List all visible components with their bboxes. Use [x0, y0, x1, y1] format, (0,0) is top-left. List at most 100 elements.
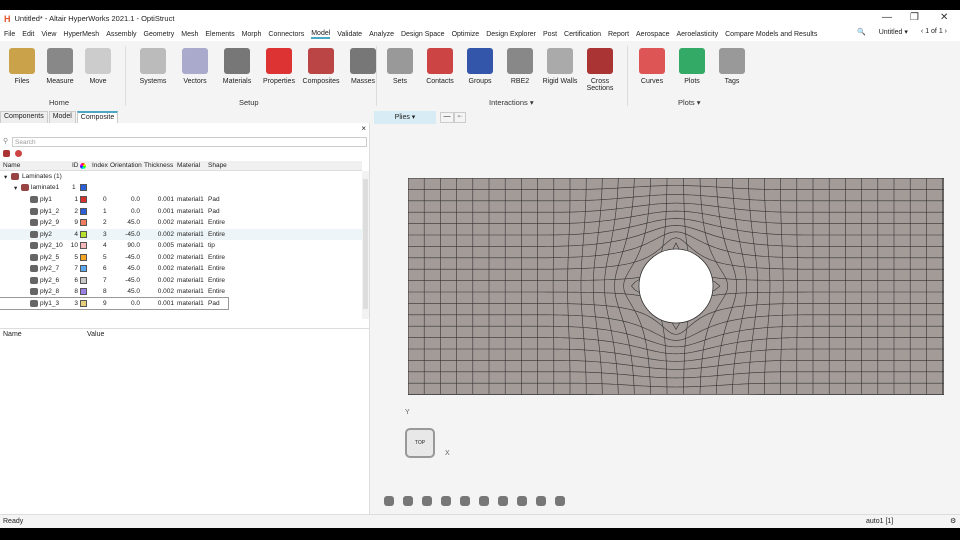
- ply-row[interactable]: ply2_10 10 4 90.0 0.005 material1 tip: [0, 240, 362, 251]
- ribbon-cross-sections-button[interactable]: Cross Sections: [580, 43, 620, 92]
- tab-composite[interactable]: Composite: [76, 111, 119, 123]
- column-index[interactable]: Index: [92, 162, 108, 169]
- fit-icon[interactable]: [441, 496, 451, 506]
- tab-components[interactable]: Components: [0, 111, 48, 123]
- menu-view[interactable]: View: [41, 31, 56, 38]
- ribbon-rigid-walls-button[interactable]: Rigid Walls: [540, 43, 580, 85]
- ply-color-icon[interactable]: [460, 496, 470, 506]
- menu-report[interactable]: Report: [608, 31, 629, 38]
- ply-row[interactable]: ply2_9 9 2 45.0 0.002 material1 Entire: [0, 217, 362, 228]
- session-dropdown[interactable]: Untitled ▾: [879, 28, 908, 36]
- menu-morph[interactable]: Morph: [242, 31, 262, 38]
- column-orientation[interactable]: Orientation: [110, 162, 142, 169]
- collapse-button[interactable]: —: [440, 112, 454, 123]
- minimize-button[interactable]: —: [882, 12, 892, 23]
- menu-design-explorer[interactable]: Design Explorer: [486, 31, 536, 38]
- menu-connectors[interactable]: Connectors: [268, 31, 304, 38]
- laminate-row[interactable]: ▾ laminate1 1: [0, 182, 362, 193]
- column-shape[interactable]: Shape: [208, 162, 227, 169]
- menu-aeroelasticity[interactable]: Aeroelasticity: [676, 31, 718, 38]
- plots-group-label[interactable]: Plots ▾: [678, 98, 701, 107]
- close-panel-icon[interactable]: ×: [361, 124, 366, 133]
- menu-file[interactable]: File: [4, 31, 15, 38]
- ply-row[interactable]: ply2_5 5 5 -45.0 0.002 material1 Entire: [0, 252, 362, 263]
- menu-analyze[interactable]: Analyze: [369, 31, 394, 38]
- clip-icon[interactable]: [536, 496, 546, 506]
- rotate-icon[interactable]: [384, 496, 394, 506]
- menu-compare-models-and-results[interactable]: Compare Models and Results: [725, 31, 817, 38]
- ribbon-measure-button[interactable]: Measure: [40, 43, 80, 85]
- menu-model[interactable]: Model: [311, 30, 331, 39]
- menu-certification[interactable]: Certification: [564, 31, 601, 38]
- ply-row[interactable]: ply1 1 0 0.0 0.001 material1 Pad: [0, 194, 362, 205]
- color-swatch[interactable]: [80, 253, 87, 261]
- menu-mesh[interactable]: Mesh: [181, 31, 198, 38]
- tab-model[interactable]: Model: [48, 111, 76, 123]
- restore-button[interactable]: ❐: [910, 12, 919, 23]
- color-swatch[interactable]: [80, 265, 87, 272]
- menu-elements[interactable]: Elements: [205, 31, 234, 38]
- ribbon-vectors-button[interactable]: Vectors: [175, 43, 215, 85]
- close-button[interactable]: ✕: [940, 12, 948, 23]
- ribbon-curves-button[interactable]: Curves: [632, 43, 672, 85]
- column-id[interactable]: ID: [72, 162, 79, 169]
- ribbon-properties-button[interactable]: Properties: [259, 43, 299, 85]
- color-swatch[interactable]: [80, 299, 87, 307]
- menu-post[interactable]: Post: [543, 31, 557, 38]
- ribbon-contacts-button[interactable]: Contacts: [420, 43, 460, 85]
- entity-selector-dropdown[interactable]: Plies ▾: [374, 111, 436, 124]
- find-icon[interactable]: [517, 496, 527, 506]
- color-swatch[interactable]: [80, 242, 87, 249]
- laminate-tool-icon[interactable]: [3, 150, 10, 157]
- color-swatch[interactable]: [80, 207, 87, 215]
- ply-shade-icon[interactable]: [479, 496, 489, 506]
- menu-assembly[interactable]: Assembly: [106, 31, 136, 38]
- lock-icon[interactable]: [555, 496, 565, 506]
- menu-hypermesh[interactable]: HyperMesh: [63, 31, 99, 38]
- setup-group-label[interactable]: Setup: [239, 98, 259, 107]
- color-swatch[interactable]: [80, 230, 87, 238]
- color-swatch[interactable]: [80, 288, 87, 295]
- ribbon-materials-button[interactable]: Materials: [217, 43, 257, 85]
- color-swatch[interactable]: [80, 276, 87, 284]
- ply-row[interactable]: ply2_7 7 6 45.0 0.002 material1 Entire: [0, 263, 362, 274]
- search-icon[interactable]: 🔍: [857, 28, 866, 36]
- ribbon-rbe2-button[interactable]: RBE2: [500, 43, 540, 85]
- ply-row[interactable]: ply1_3 3 9 0.0 0.001 material1 Pad: [0, 296, 229, 310]
- menu-design-space[interactable]: Design Space: [401, 31, 445, 38]
- ply-tool-icon[interactable]: [15, 150, 22, 157]
- ribbon-sets-button[interactable]: Sets: [380, 43, 420, 85]
- expand-icon[interactable]: ▾: [14, 184, 17, 192]
- ribbon-move-button[interactable]: Move: [78, 43, 118, 85]
- settings-icon[interactable]: ⚙: [950, 517, 956, 525]
- ribbon-files-button[interactable]: Files: [2, 43, 42, 85]
- menu-optimize[interactable]: Optimize: [452, 31, 480, 38]
- ribbon-plots-button[interactable]: Plots: [672, 43, 712, 85]
- color-swatch[interactable]: [80, 219, 87, 226]
- ribbon-systems-button[interactable]: Systems: [133, 43, 173, 85]
- menu-geometry[interactable]: Geometry: [144, 31, 175, 38]
- ply-row[interactable]: ply1_2 2 1 0.0 0.001 material1 Pad: [0, 206, 362, 217]
- pin-button[interactable]: ⇤: [454, 112, 466, 123]
- expand-icon[interactable]: ▾: [4, 173, 7, 181]
- mesh-viewport[interactable]: [408, 178, 944, 395]
- pan-icon[interactable]: [403, 496, 413, 506]
- active-loadstep[interactable]: auto1 [1]: [866, 518, 893, 525]
- ply-row[interactable]: ply2_6 6 7 -45.0 0.002 material1 Entire: [0, 275, 362, 286]
- ribbon-masses-button[interactable]: Masses: [343, 43, 383, 85]
- ribbon-composites-button[interactable]: Composites: [301, 43, 341, 85]
- axis-icon[interactable]: [498, 496, 508, 506]
- search-input[interactable]: Search: [12, 137, 367, 147]
- column-name[interactable]: Name: [3, 162, 20, 169]
- home-group-label[interactable]: Home: [49, 98, 69, 107]
- menu-aerospace[interactable]: Aerospace: [636, 31, 669, 38]
- column-material[interactable]: Material: [177, 162, 200, 169]
- interactions-group-label[interactable]: Interactions ▾: [489, 98, 534, 107]
- menu-edit[interactable]: Edit: [22, 31, 34, 38]
- filter-icon[interactable]: ⚲: [3, 137, 8, 145]
- zoom-area-icon[interactable]: [422, 496, 432, 506]
- color-swatch[interactable]: [80, 196, 87, 203]
- page-navigator[interactable]: ‹ 1 of 1 ›: [921, 28, 947, 36]
- scrollbar[interactable]: [362, 171, 369, 319]
- column-thickness[interactable]: Thickness: [144, 162, 173, 169]
